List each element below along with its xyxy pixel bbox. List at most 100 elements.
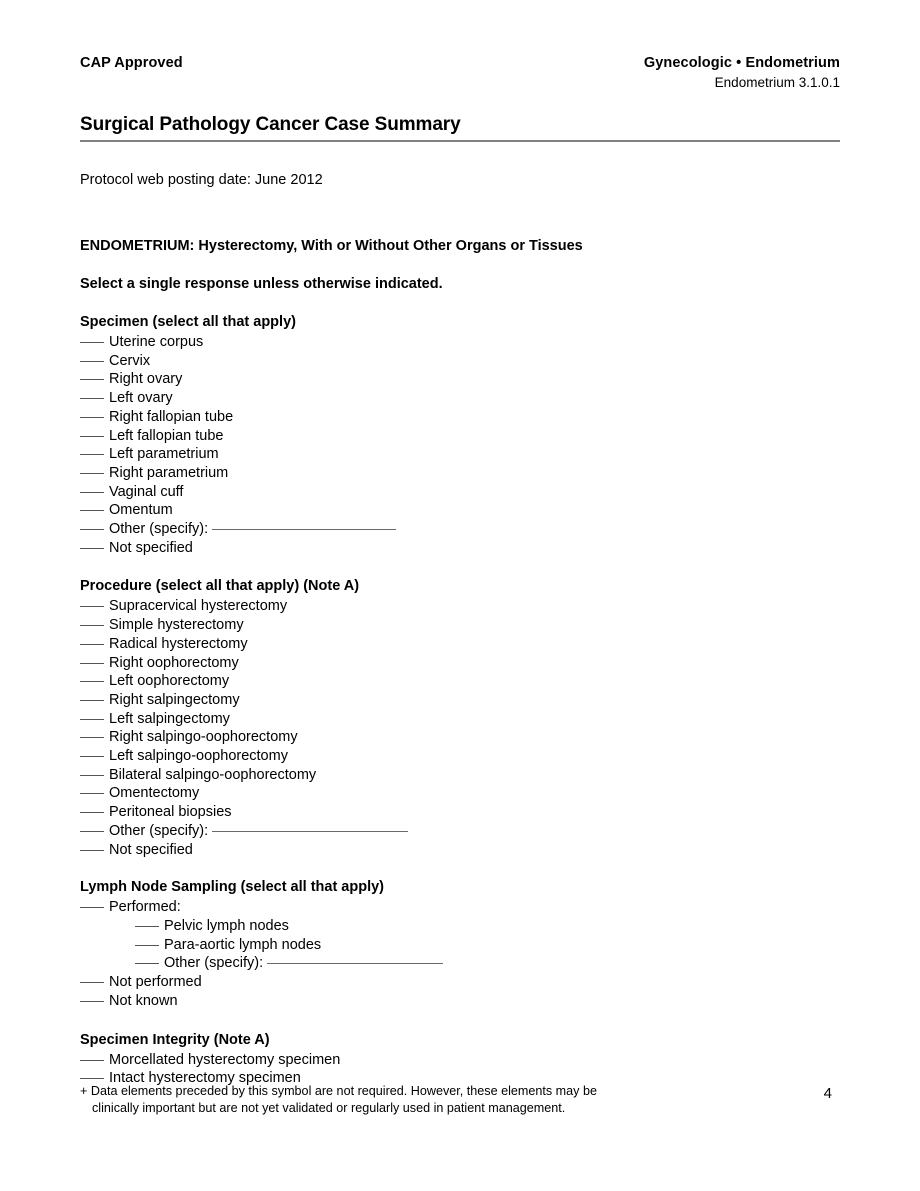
list-item[interactable]: Performed:: [80, 898, 840, 917]
checkbox-blank[interactable]: [80, 1078, 104, 1080]
specify-input-line[interactable]: [267, 963, 444, 965]
list-item[interactable]: Right fallopian tube: [80, 408, 840, 427]
page-number: 4: [823, 1085, 832, 1102]
footnote-line-1: + Data elements preceded by this symbol …: [80, 1083, 680, 1100]
checkbox-blank[interactable]: [80, 662, 104, 664]
option-label: Not known: [109, 992, 178, 1009]
option-label: Morcellated hysterectomy specimen: [109, 1051, 341, 1068]
footnote-text: + Data elements preceded by this symbol …: [80, 1083, 680, 1116]
list-item[interactable]: Not specified: [80, 841, 840, 860]
checkbox-blank[interactable]: [80, 510, 104, 512]
list-item[interactable]: Right oophorectomy: [80, 654, 840, 673]
checkbox-blank[interactable]: [80, 830, 104, 832]
checkbox-blank[interactable]: [80, 907, 104, 909]
document-page: CAP Approved Gynecologic • Endometrium E…: [0, 0, 920, 1191]
section-heading: Procedure (select all that apply) (Note …: [80, 578, 360, 595]
list-item[interactable]: Vaginal cuff: [80, 483, 840, 502]
list-item[interactable]: Bilateral salpingo-oophorectomy: [80, 766, 840, 785]
checkbox-blank[interactable]: [80, 793, 104, 795]
option-label: Right parametrium: [109, 464, 229, 481]
specify-input-line[interactable]: [212, 830, 409, 832]
option-label: Uterine corpus: [109, 334, 204, 350]
checkbox-blank[interactable]: [135, 944, 159, 946]
list-item[interactable]: Radical hysterectomy: [80, 635, 840, 654]
list-item[interactable]: Simple hysterectomy: [80, 616, 840, 635]
checkbox-blank[interactable]: [80, 718, 104, 720]
checkbox-blank[interactable]: [135, 925, 159, 927]
list-item[interactable]: Morcellated hysterectomy specimen: [80, 1051, 840, 1070]
option-label: Right salpingectomy: [109, 691, 240, 708]
option-label: Right salpingo-oophorectomy: [109, 729, 298, 746]
checkbox-blank[interactable]: [80, 756, 104, 758]
option-label: Left salpingo-oophorectomy: [109, 748, 288, 765]
protocol-subject-heading: ENDOMETRIUM: Hysterectomy, With or Witho…: [80, 238, 583, 254]
checkbox-blank[interactable]: [80, 342, 104, 343]
checkbox-blank[interactable]: [80, 1059, 104, 1061]
list-item[interactable]: Other (specify):: [80, 954, 840, 973]
checkbox-blank[interactable]: [80, 606, 104, 608]
option-label: Peritoneal biopsies: [109, 804, 232, 821]
list-item[interactable]: Other (specify):: [80, 520, 840, 539]
checkbox-blank[interactable]: [80, 625, 104, 627]
option-label: Vaginal cuff: [109, 483, 184, 500]
document-header: CAP Approved Gynecologic • Endometrium E…: [80, 55, 840, 99]
checkbox-blank[interactable]: [80, 774, 104, 776]
list-item[interactable]: Omentum: [80, 501, 840, 520]
footnote-symbol: +: [80, 1084, 88, 1098]
list-item[interactable]: Other (specify):: [80, 822, 840, 841]
list-item[interactable]: Omentectomy: [80, 784, 840, 803]
page-content: CAP Approved Gynecologic • Endometrium E…: [80, 0, 840, 1088]
checkbox-blank[interactable]: [80, 379, 104, 381]
list-item[interactable]: Pelvic lymph nodes: [80, 917, 840, 936]
list-item[interactable]: Left ovary: [80, 389, 840, 408]
section-procedure: Procedure (select all that apply) (Note …: [80, 576, 840, 859]
option-label: Radical hysterectomy: [109, 635, 248, 652]
checkbox-blank[interactable]: [80, 849, 104, 851]
section-heading: Specimen Integrity (Note A): [80, 1031, 270, 1048]
list-item[interactable]: Right salpingo-oophorectomy: [80, 728, 840, 747]
checkbox-blank[interactable]: [80, 472, 104, 474]
checkbox-blank[interactable]: [80, 812, 104, 814]
checkbox-blank[interactable]: [80, 398, 104, 400]
list-item[interactable]: Right salpingectomy: [80, 691, 840, 710]
list-item[interactable]: Left salpingectomy: [80, 710, 840, 729]
checkbox-blank[interactable]: [80, 699, 104, 701]
checkbox-blank[interactable]: [80, 529, 104, 531]
checkbox-blank[interactable]: [135, 963, 159, 965]
list-item[interactable]: Left salpingo-oophorectomy: [80, 747, 840, 766]
option-label: Not performed: [109, 974, 202, 991]
checkbox-blank[interactable]: [80, 360, 104, 362]
protocol-version-label: Endometrium 3.1.0.1: [714, 75, 840, 90]
section-specimen: Specimen (select all that apply) Uterine…: [80, 312, 840, 557]
checkbox-blank[interactable]: [80, 547, 104, 549]
checkbox-blank[interactable]: [80, 416, 104, 418]
list-item[interactable]: Right ovary: [80, 370, 840, 389]
checkbox-blank[interactable]: [80, 681, 104, 683]
option-label: Left oophorectomy: [109, 673, 230, 690]
checkbox-blank[interactable]: [80, 435, 104, 437]
checkbox-blank[interactable]: [80, 737, 104, 739]
checkbox-blank[interactable]: [80, 982, 104, 984]
list-item[interactable]: Supracervical hysterectomy: [80, 597, 840, 616]
specify-input-line[interactable]: [212, 529, 397, 531]
list-item[interactable]: Not specified: [80, 539, 840, 558]
footnote-line-1-text: Data elements preceded by this symbol ar…: [90, 1084, 597, 1098]
list-item[interactable]: Peritoneal biopsies: [80, 803, 840, 822]
list-item[interactable]: Cervix: [80, 352, 840, 371]
list-item[interactable]: Right parametrium: [80, 464, 840, 483]
checkbox-blank[interactable]: [80, 1000, 104, 1002]
checkbox-blank[interactable]: [80, 643, 104, 645]
option-label: Left fallopian tube: [109, 427, 224, 444]
list-item[interactable]: Left oophorectomy: [80, 672, 840, 691]
list-item[interactable]: Not known: [80, 992, 840, 1011]
option-label: Left ovary: [109, 390, 173, 407]
list-item[interactable]: Para-aortic lymph nodes: [80, 936, 840, 955]
list-item[interactable]: Uterine corpus: [80, 333, 840, 352]
list-item[interactable]: Left parametrium: [80, 445, 840, 464]
option-label: Other (specify):: [109, 822, 209, 839]
list-item[interactable]: Left fallopian tube: [80, 427, 840, 446]
list-item[interactable]: Not performed: [80, 973, 840, 992]
section-lymph-node-sampling: Lymph Node Sampling (select all that app…: [80, 877, 840, 1010]
checkbox-blank[interactable]: [80, 454, 104, 456]
checkbox-blank[interactable]: [80, 491, 104, 493]
